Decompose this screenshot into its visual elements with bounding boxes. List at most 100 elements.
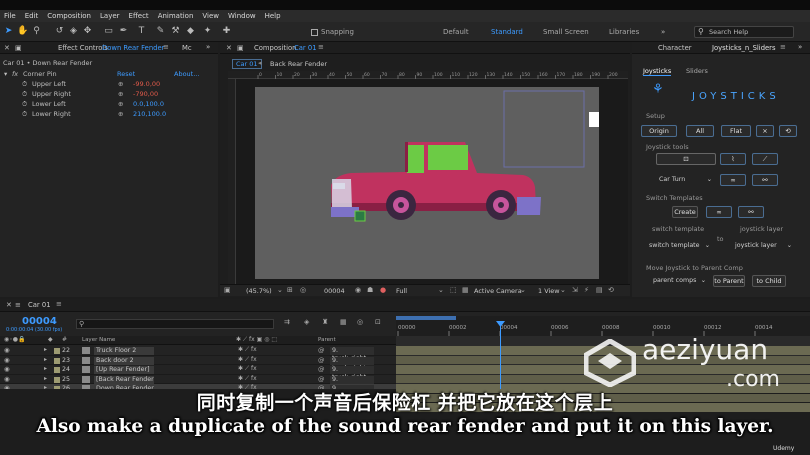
resolution-select[interactable]: Full — [396, 287, 407, 295]
puppet-tool-icon[interactable]: ✚ — [221, 26, 232, 37]
workspace-standard[interactable]: Standard — [491, 28, 523, 36]
layer-name[interactable]: [Back Rear Fender] — [94, 375, 154, 384]
panel-menu-icon[interactable]: ≡ — [56, 300, 62, 308]
layer-name[interactable]: Back door 2 — [94, 356, 154, 365]
zoom-tool-icon[interactable]: ⚲ — [31, 26, 42, 37]
crosshair-icon[interactable]: ⊕ — [118, 80, 123, 88]
menu-window[interactable]: Window — [228, 12, 256, 20]
pen-tool-icon[interactable]: ✒ — [118, 26, 129, 37]
expand-arrow-icon[interactable]: ▸ — [44, 365, 47, 372]
view-dropdown-icon[interactable]: ⌄ — [560, 286, 566, 294]
menu-edit[interactable]: Edit — [25, 12, 39, 20]
frame-blending-icon[interactable]: ▦ — [340, 318, 347, 326]
flowchart-icon[interactable]: ⟲ — [608, 286, 614, 294]
panel-lock-icon[interactable]: ▣ — [15, 44, 22, 52]
reset-icon[interactable]: ⟲ — [779, 125, 797, 137]
region-of-interest-icon[interactable]: ⬚ — [450, 286, 457, 294]
zoom-select[interactable]: (45.7%) — [246, 287, 272, 295]
stopwatch-icon[interactable]: ⏱ — [22, 110, 27, 119]
character-tab[interactable]: Character — [658, 44, 692, 52]
pickwhip-icon[interactable]: @ — [318, 365, 325, 373]
selection-tool-icon[interactable]: ➤ — [3, 26, 14, 37]
current-time-display[interactable]: 00004 — [22, 316, 57, 327]
composition-canvas[interactable] — [255, 87, 600, 279]
expand-arrow-icon[interactable]: ▸ — [44, 356, 47, 363]
timeline-search-input[interactable]: ⚲ — [76, 319, 274, 329]
graph-editor-icon[interactable]: ⊡ — [375, 318, 381, 326]
fast-previews-icon[interactable]: ⚡ — [584, 286, 589, 294]
create-button[interactable]: Create — [672, 206, 698, 218]
prop-value[interactable]: 0.0,100.0 — [133, 100, 164, 108]
menu-view[interactable]: View — [202, 12, 219, 20]
pickwhip-icon[interactable]: @ — [318, 356, 325, 364]
crosshair-icon[interactable]: ⊕ — [118, 90, 123, 98]
slope-tool-icon[interactable]: ⟋ — [752, 153, 778, 165]
stopwatch-icon[interactable]: ⏱ — [22, 90, 27, 99]
label-color-swatch[interactable] — [54, 376, 60, 383]
expand-arrow-icon[interactable]: ▾ — [4, 70, 7, 78]
panel-menu-icon[interactable]: ≡ — [163, 43, 169, 51]
link-icon[interactable]: ∞ — [720, 174, 746, 186]
layer-row[interactable]: ◉ ▸ 24 [Up Rear Fender] ✱ ⟋ fx @9. truck_righ… — [0, 365, 396, 381]
stopwatch-icon[interactable]: ⏱ — [22, 100, 27, 109]
view-layout-select[interactable]: 1 View — [538, 287, 560, 295]
panel-close-icon[interactable]: ✕ — [4, 44, 10, 52]
always-preview-icon[interactable]: ▣ — [224, 286, 231, 294]
rectangle-tool-icon[interactable]: ▭ — [103, 26, 114, 37]
workspace-small-screen[interactable]: Small Screen — [543, 28, 589, 36]
panel-menu-icon[interactable]: ≡ — [318, 43, 324, 51]
composition-tab[interactable]: Composition — [254, 44, 296, 52]
layer-switches[interactable]: ✱ ⟋ fx — [238, 375, 257, 383]
toggle-pixel-aspect-icon[interactable]: ⇲ — [572, 286, 578, 294]
crosshair-icon[interactable]: ⊕ — [118, 100, 123, 108]
layer-switches[interactable]: ✱ ⟋ fx — [238, 356, 257, 364]
shy-icon[interactable]: ♜ — [322, 318, 328, 326]
transparency-grid-icon[interactable]: ▦ — [462, 286, 469, 294]
parent-select[interactable]: 9. truck_right — [330, 375, 374, 389]
crosshair-icon[interactable]: ⊕ — [118, 110, 123, 118]
label-color-swatch[interactable] — [54, 367, 60, 373]
all-button[interactable]: All — [686, 125, 714, 137]
prop-value[interactable]: 210,100.0 — [133, 110, 166, 118]
comp-flowchart-icon[interactable]: ⇉ — [284, 318, 290, 326]
clone-stamp-tool-icon[interactable]: ⚒ — [170, 26, 181, 37]
parent-select[interactable]: 9. truck_right — [330, 366, 374, 381]
grid-icon[interactable]: ⊞ — [287, 286, 293, 294]
menu-layer[interactable]: Layer — [100, 12, 120, 20]
zoom-dropdown-icon[interactable]: ⌄ — [277, 286, 283, 294]
layer-name[interactable]: Truck Floor 2 — [94, 347, 154, 355]
current-time-indicator[interactable] — [500, 324, 501, 389]
motion-blur-icon[interactable]: ◎ — [357, 318, 363, 326]
expand-arrow-icon[interactable]: ▸ — [44, 346, 47, 353]
menu-file[interactable]: File — [4, 12, 16, 20]
layer-row[interactable]: ◉ ▸ 25 [Back Rear Fender] ✱ ⟋ fx @9. truck_ri… — [0, 375, 396, 389]
layer-name-column[interactable]: Layer Name — [82, 337, 115, 343]
draft-3d-icon[interactable]: ◈ — [304, 318, 309, 326]
curve-tool-icon[interactable]: ⌇ — [720, 153, 746, 165]
render-queue-icon[interactable]: ≡ — [15, 301, 21, 309]
rotate-tool-icon[interactable]: ↺ — [54, 26, 65, 37]
type-tool-icon[interactable]: T — [136, 26, 147, 37]
to-child-button[interactable]: to Child — [752, 275, 786, 287]
joysticks-subtab[interactable]: Joysticks — [643, 67, 672, 76]
to-parent-button[interactable]: to Parent — [713, 275, 745, 287]
layer-switches[interactable]: ✱ ⟋ fx — [238, 346, 257, 354]
joystick-layer-select[interactable]: joystick layer ⌄ — [732, 240, 794, 251]
label-color-swatch[interactable] — [54, 357, 60, 364]
camera-dropdown-icon[interactable]: ⌄ — [520, 286, 526, 294]
sliders-subtab[interactable]: Sliders — [686, 67, 708, 75]
snapshot-icon[interactable]: ◉ — [355, 286, 361, 294]
current-frame[interactable]: 00004 — [324, 287, 345, 295]
mc-tab[interactable]: Mc — [182, 44, 192, 52]
layer-row[interactable]: ◉ ▸ 22 Truck Floor 2 ✱ ⟋ fx @9. truck_right — [0, 346, 396, 362]
reset-link[interactable]: Reset — [117, 70, 135, 78]
panel-menu-icon[interactable]: ≡ — [780, 43, 786, 51]
about-link[interactable]: About... — [174, 70, 199, 78]
label-color-swatch[interactable] — [54, 348, 60, 354]
eye-icon[interactable]: ◉ — [4, 375, 10, 383]
hand-tool-icon[interactable]: ✋ — [17, 26, 28, 37]
workspace-libraries[interactable]: Libraries — [609, 28, 639, 36]
corner-pin-effect[interactable]: ▾ fx Corner Pin Reset About... — [0, 70, 210, 80]
template-link-icon[interactable]: ∞ — [706, 206, 732, 218]
eraser-tool-icon[interactable]: ◆ — [185, 26, 196, 37]
